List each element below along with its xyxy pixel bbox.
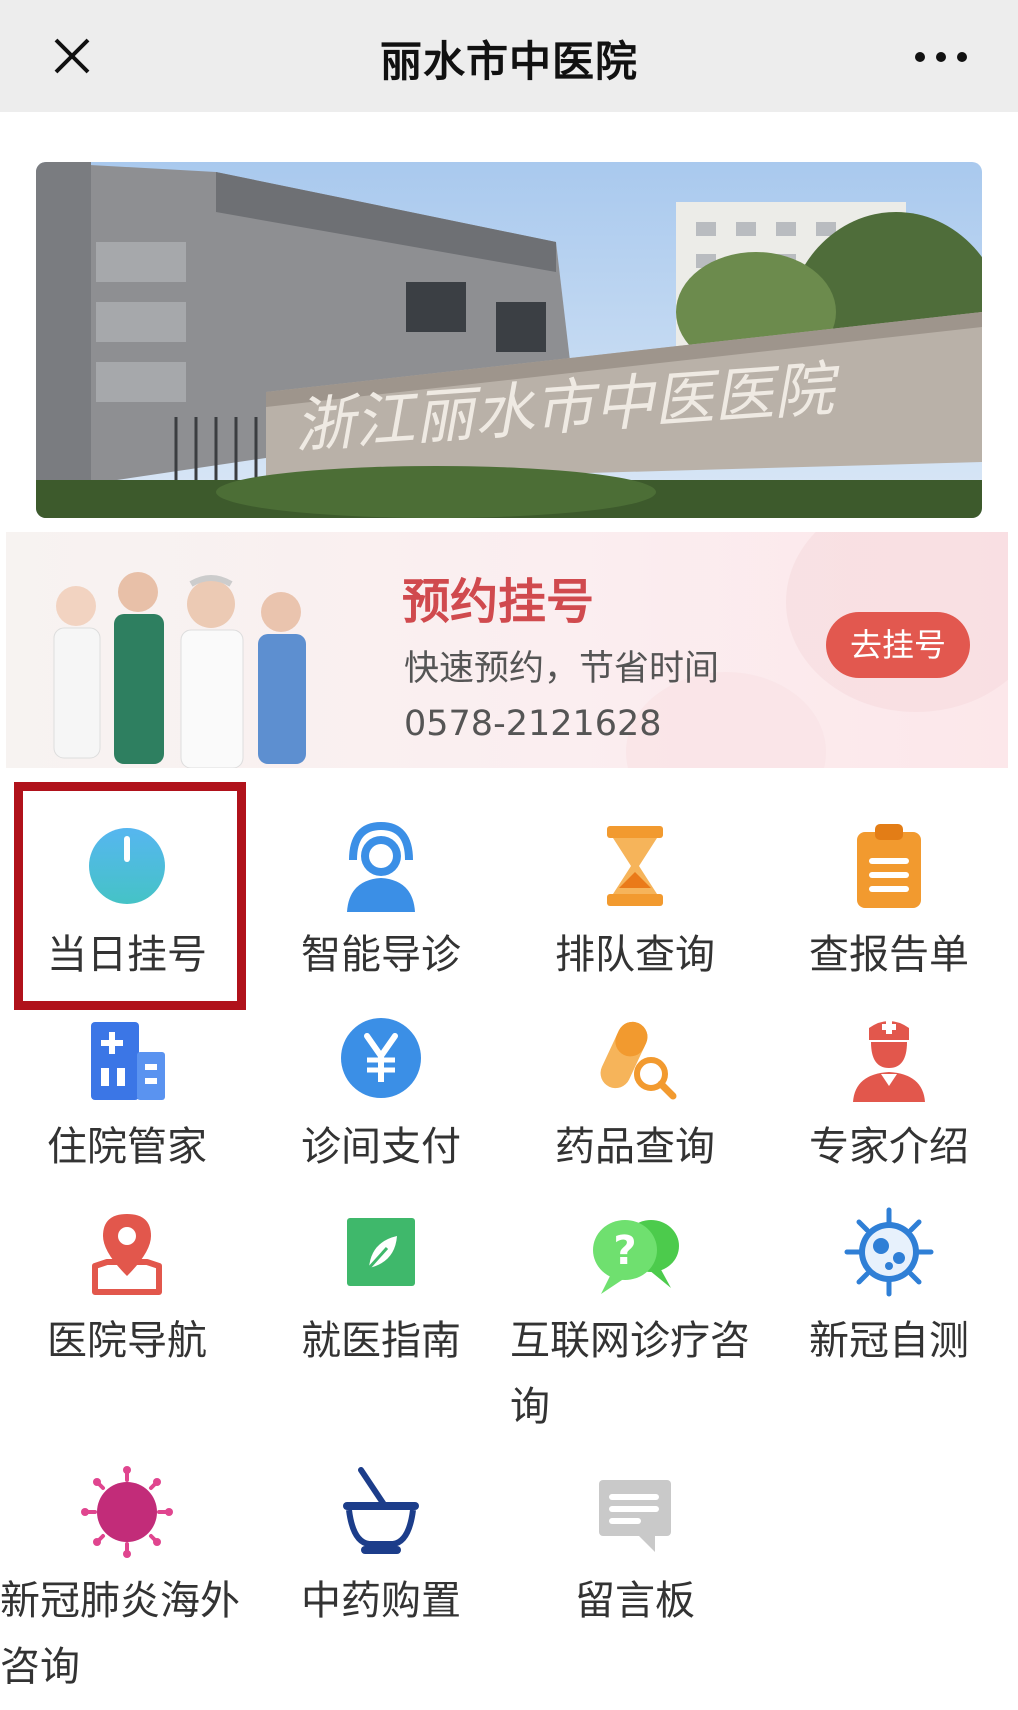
grid-item-label: 就医指南 [301,1318,461,1364]
highlight-box [14,782,246,1010]
virus-magenta-icon [81,1466,173,1558]
message-board-icon [599,1480,671,1552]
grid-item-label: 住院管家 [47,1124,207,1170]
grid-item-label: 药品查询 [555,1124,715,1170]
appointment-phone: 0578-2121628 [404,704,662,744]
more-options-icon[interactable] [908,40,974,74]
top-navigation-bar: 丽水市中医院 [0,0,1018,112]
hospital-building-icon [91,1022,165,1100]
grid-item-label: 新冠肺炎海外咨询 [0,1578,240,1690]
appointment-card[interactable]: 预约挂号 快速预约，节省时间 0578-2121628 去挂号 [6,532,1008,768]
pill-search-icon [600,1021,677,1100]
clipboard-icon [857,824,921,908]
page-title: 丽水市中医院 [379,37,638,86]
grid-item-label: 医院导航 [47,1318,207,1364]
doctors-illustration [53,572,306,768]
hourglass-icon [607,826,663,906]
yen-coin-icon [341,1018,421,1098]
grid-item-label: 中药购置 [301,1578,461,1624]
grid-item-covid-self-test[interactable]: 新冠自测 [762,1206,1016,1374]
appointment-title: 预约挂号 [402,574,595,630]
leaf-square-icon [347,1218,415,1286]
grid-item-hospital-navigation[interactable]: 医院导航 [0,1206,254,1374]
grid-item-label: 排队查询 [555,932,715,978]
grid-item-covid-overseas-consultation[interactable]: 新冠肺炎海外咨询 [0,1466,254,1700]
grid-item-label: 专家介绍 [809,1124,969,1170]
headset-agent-icon [347,821,415,912]
grid-item-label: 智能导诊 [301,932,461,978]
grid-item-drug-query[interactable]: 药品查询 [508,1012,762,1180]
svg-text:?: ? [613,1228,636,1274]
grid-item-medical-guide[interactable]: 就医指南 [254,1206,508,1374]
grid-item-queue-query[interactable]: 排队查询 [508,820,762,988]
grid-item-label: 留言板 [575,1578,695,1624]
grid-item-clinic-payment[interactable]: 诊间支付 [254,1012,508,1180]
grid-item-tcm-purchase[interactable]: 中药购置 [254,1466,508,1634]
virus-blue-icon [844,1207,934,1297]
grid-item-label: 新冠自测 [809,1318,969,1364]
grid-item-smart-triage[interactable]: 智能导诊 [254,820,508,988]
go-register-button[interactable]: 去挂号 [826,612,970,678]
nurse-icon [853,1020,925,1102]
grid-item-expert-introduction[interactable]: 专家介绍 [762,1012,1016,1180]
grid-item-check-report[interactable]: 查报告单 [762,820,1016,988]
map-pin-icon [92,1214,162,1295]
hospital-banner-image[interactable]: 浙江丽水市中医医院 [36,162,982,518]
grid-item-message-board[interactable]: 留言板 [508,1466,762,1634]
grid-item-label: 查报告单 [809,932,969,978]
question-chat-icon: ? [593,1220,679,1294]
grid-item-label: 互联网诊疗咨询 [510,1318,750,1430]
appointment-subtitle: 快速预约，节省时间 [404,649,720,689]
grid-item-inpatient-butler[interactable]: 住院管家 [0,1012,254,1180]
grid-item-label: 诊间支付 [301,1124,461,1170]
grid-item-internet-consultation[interactable]: ? 互联网诊疗咨询 [508,1206,762,1440]
mortar-pestle-icon [343,1467,419,1554]
